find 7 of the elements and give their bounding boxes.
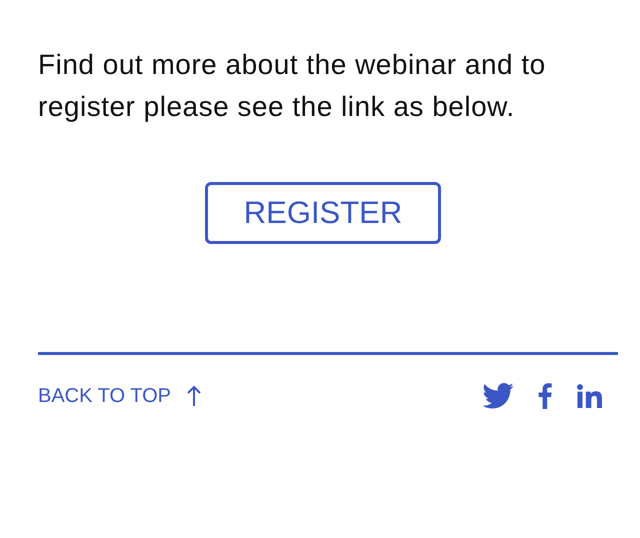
register-button[interactable]: REGISTER [205, 182, 441, 244]
linkedin-icon[interactable] [576, 384, 604, 408]
bird-icon[interactable] [482, 383, 514, 409]
intro-paragraph: Find out more about the webinar and to register please see the link as below. [38, 48, 547, 124]
facebook-icon[interactable] [538, 383, 552, 409]
back-to-top-link[interactable]: BACK TO TOP [38, 384, 202, 408]
up-arrow-icon [187, 385, 202, 407]
